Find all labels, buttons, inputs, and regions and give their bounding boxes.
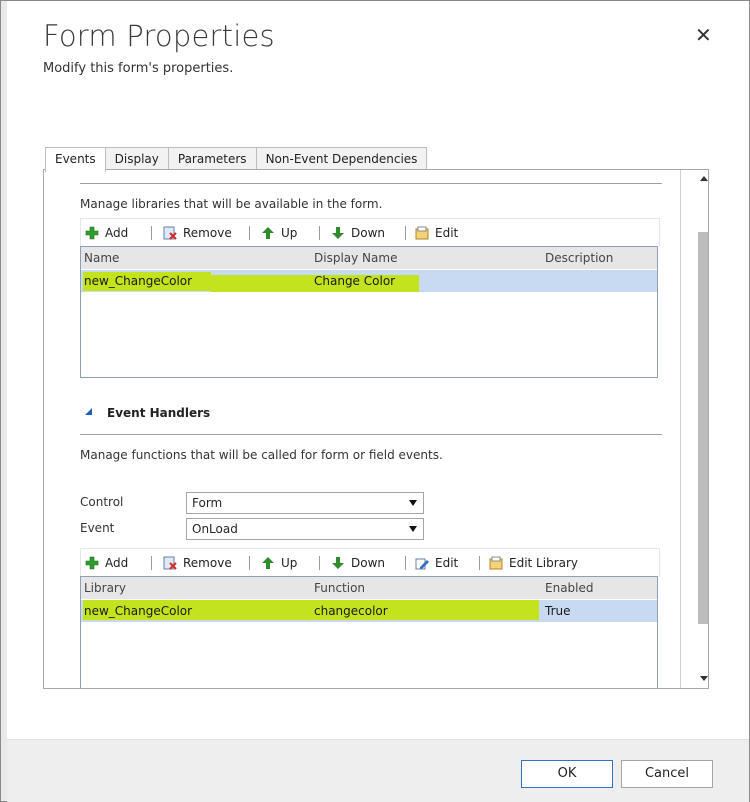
control-label: Control xyxy=(80,495,124,509)
add-icon xyxy=(85,556,99,570)
up-label: Up xyxy=(281,556,298,570)
remove-label: Remove xyxy=(183,226,232,240)
event-select-value: OnLoad xyxy=(192,522,238,536)
table-row[interactable]: new_ChangeColor Change Color xyxy=(81,270,657,292)
edit-label: Edit xyxy=(435,226,459,240)
control-select-value: Form xyxy=(192,496,223,510)
tab-non-event-dependencies[interactable]: Non-Event Dependencies xyxy=(255,147,428,170)
scroll-up-icon[interactable] xyxy=(700,176,708,181)
add-label: Add xyxy=(105,556,129,570)
up-label: Up xyxy=(281,226,298,240)
libraries-grid-header: Name Display Name Description xyxy=(81,247,657,269)
event-label: Event xyxy=(80,521,115,535)
scroll-down-icon[interactable] xyxy=(700,676,708,681)
toolbar-separator xyxy=(151,556,152,570)
background-strip xyxy=(1,1,7,801)
edit-handler-button[interactable]: Edit xyxy=(415,554,458,572)
cancel-button[interactable]: Cancel xyxy=(621,760,713,788)
down-library-button[interactable]: Down xyxy=(331,224,385,242)
add-label: Add xyxy=(105,226,129,240)
handler-function-cell: changecolor xyxy=(314,604,388,618)
arrow-up-icon xyxy=(261,226,275,240)
remove-icon xyxy=(163,556,177,570)
toolbar-separator xyxy=(151,226,152,240)
down-label: Down xyxy=(351,226,386,240)
remove-handler-button[interactable]: Remove xyxy=(163,554,232,572)
toolbar-separator xyxy=(405,556,406,570)
handlers-grid-header: Library Function Enabled xyxy=(81,577,657,599)
toolbar-separator xyxy=(249,556,250,570)
arrow-down-icon xyxy=(331,226,345,240)
library-display-name-cell: Change Color xyxy=(314,274,396,288)
edit-library-button[interactable]: Edit xyxy=(415,224,458,242)
tab-panel: Manage libraries that will be available … xyxy=(43,169,709,689)
add-handler-button[interactable]: Add xyxy=(85,554,128,572)
column-header-description[interactable]: Description xyxy=(545,251,613,265)
remove-icon xyxy=(163,226,177,240)
libraries-toolbar: Add Remove Up Down Edit xyxy=(80,218,660,247)
column-header-display-name[interactable]: Display Name xyxy=(314,251,397,265)
edit-icon xyxy=(415,226,429,240)
up-library-button[interactable]: Up xyxy=(261,224,297,242)
scrollbar-thumb[interactable] xyxy=(698,232,708,624)
chevron-down-icon xyxy=(409,500,417,506)
toolbar-separator xyxy=(479,556,480,570)
library-name-cell: new_ChangeColor xyxy=(84,274,193,288)
control-select[interactable]: Form xyxy=(186,492,424,514)
remove-library-button[interactable]: Remove xyxy=(163,224,232,242)
table-row[interactable]: new_ChangeColor changecolor True xyxy=(81,600,657,622)
handler-enabled-cell: True xyxy=(545,604,571,618)
collapse-triangle-icon[interactable] xyxy=(85,408,92,415)
handlers-toolbar: Add Remove Up Down Edit Edit Library xyxy=(80,548,660,577)
vertical-scrollbar[interactable] xyxy=(696,172,708,688)
section-title-event-handlers: Event Handlers xyxy=(107,406,211,420)
toolbar-separator xyxy=(319,556,320,570)
add-icon xyxy=(85,226,99,240)
up-handler-button[interactable]: Up xyxy=(261,554,297,572)
toolbar-separator xyxy=(405,226,406,240)
arrow-up-icon xyxy=(261,556,275,570)
column-header-function[interactable]: Function xyxy=(314,581,365,595)
dialog-title: Form Properties xyxy=(43,19,275,53)
remove-label: Remove xyxy=(183,556,232,570)
event-handlers-description: Manage functions that will be called for… xyxy=(80,448,443,462)
tab-bar: Events Display Parameters Non-Event Depe… xyxy=(45,147,428,172)
edit-library-label: Edit Library xyxy=(509,556,579,570)
close-icon[interactable]: ✕ xyxy=(695,25,712,45)
handler-library-cell: new_ChangeColor xyxy=(84,604,193,618)
panel-content: Manage libraries that will be available … xyxy=(44,170,681,688)
down-label: Down xyxy=(351,556,386,570)
dialog-window: Form Properties Modify this form's prope… xyxy=(0,0,750,802)
ok-button[interactable]: OK xyxy=(521,760,613,788)
handlers-grid: Library Function Enabled new_ChangeColor… xyxy=(80,576,658,688)
dialog-subtitle: Modify this form's properties. xyxy=(43,61,234,76)
tab-events[interactable]: Events xyxy=(45,147,106,172)
add-library-button[interactable]: Add xyxy=(85,224,128,242)
column-header-name[interactable]: Name xyxy=(84,251,119,265)
down-handler-button[interactable]: Down xyxy=(331,554,385,572)
libraries-grid: Name Display Name Description new_Change… xyxy=(80,246,658,378)
libraries-description: Manage libraries that will be available … xyxy=(80,197,383,211)
divider xyxy=(80,183,662,184)
library-icon xyxy=(489,556,503,570)
tab-display[interactable]: Display xyxy=(104,147,169,170)
pencil-icon xyxy=(415,556,429,570)
column-header-library[interactable]: Library xyxy=(84,581,126,595)
edit-label: Edit xyxy=(435,556,459,570)
dialog-footer: OK Cancel xyxy=(7,739,749,802)
chevron-down-icon xyxy=(409,526,417,532)
column-header-enabled[interactable]: Enabled xyxy=(545,581,594,595)
edit-library-button[interactable]: Edit Library xyxy=(489,554,578,572)
tab-parameters[interactable]: Parameters xyxy=(167,147,257,170)
arrow-down-icon xyxy=(331,556,345,570)
toolbar-separator xyxy=(249,226,250,240)
divider xyxy=(80,434,662,435)
event-select[interactable]: OnLoad xyxy=(186,518,424,540)
toolbar-separator xyxy=(319,226,320,240)
